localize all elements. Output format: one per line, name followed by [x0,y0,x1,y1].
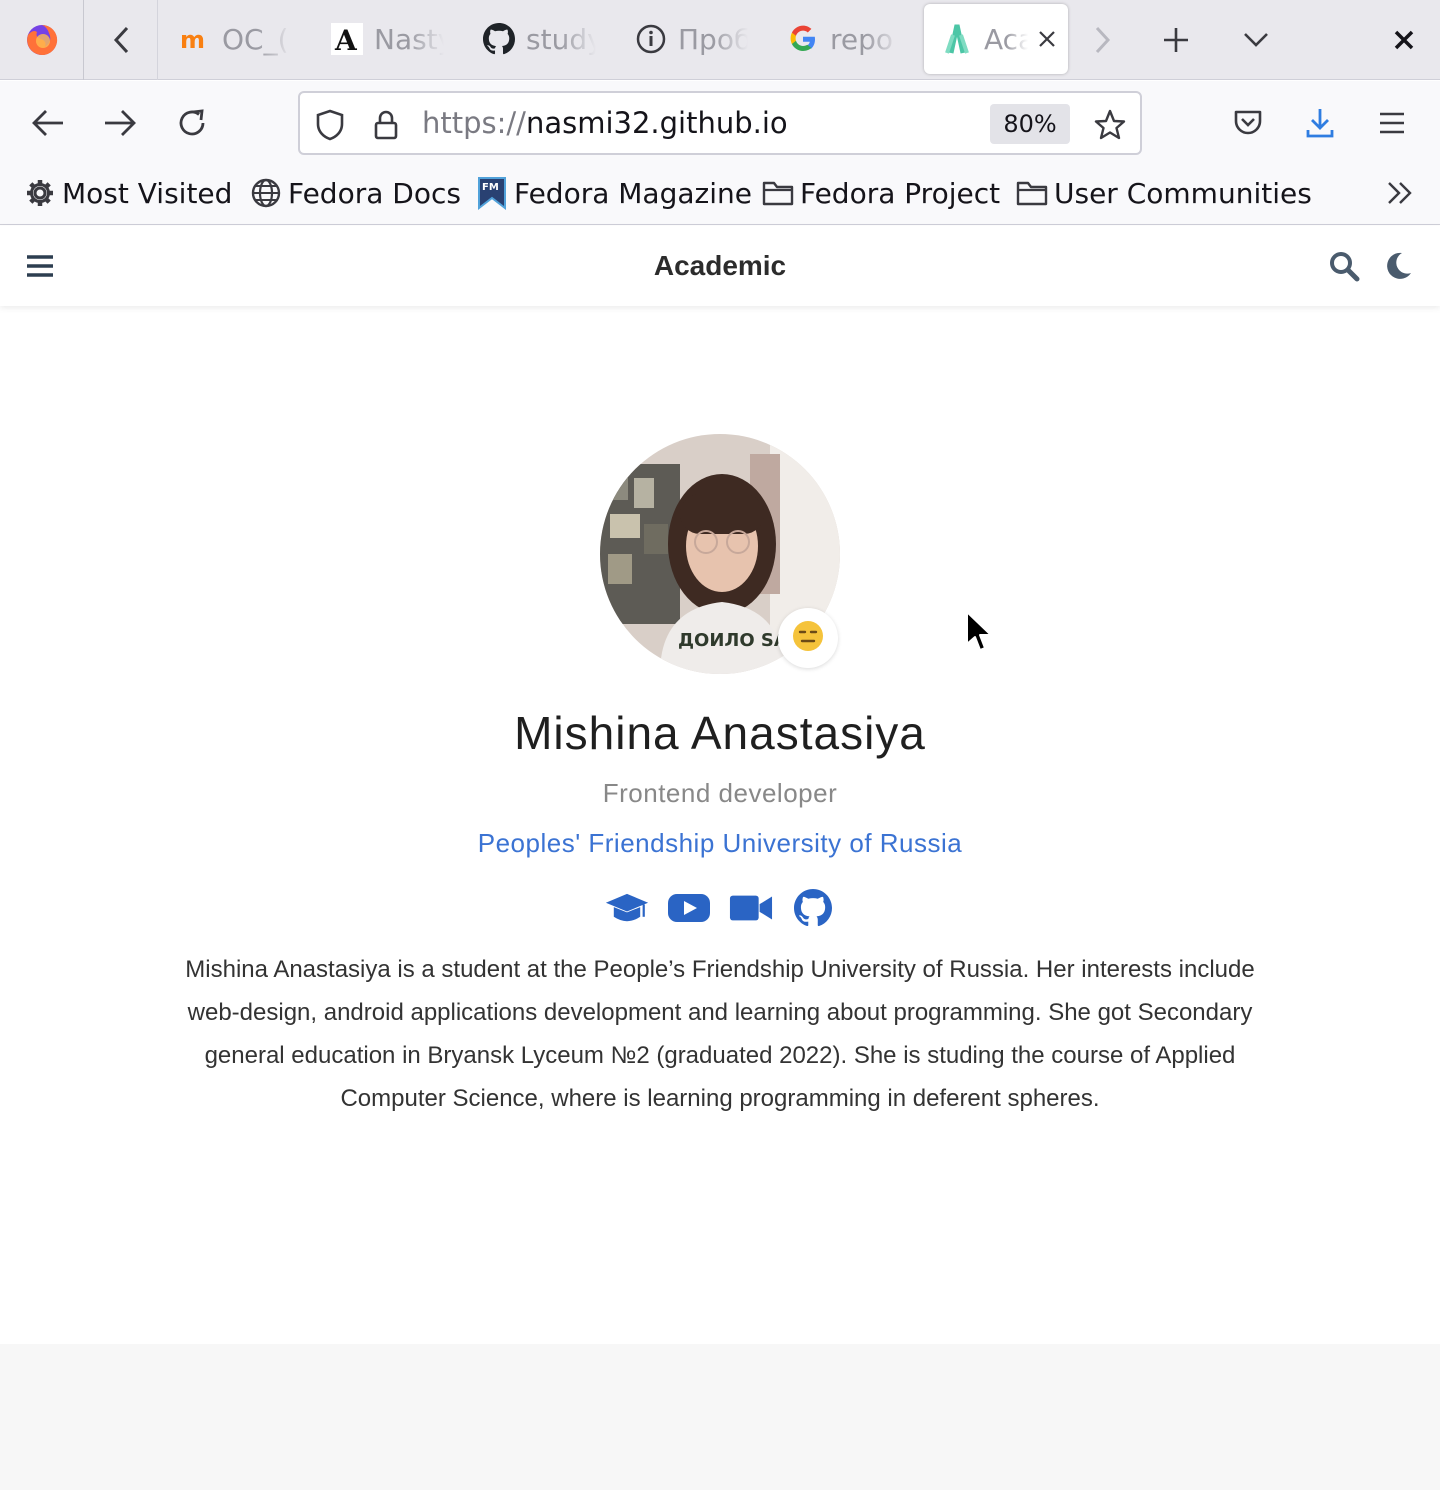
forward-button[interactable] [90,93,150,153]
social-links [0,886,1440,930]
plus-icon [1164,28,1188,52]
navigation-toolbar: https://nasmi32.github.io 80% [0,81,1440,165]
mouse-cursor-icon [966,611,992,651]
url-text[interactable]: https://nasmi32.github.io [422,93,788,153]
page-footer-area [0,1344,1440,1490]
bookmark-star-icon[interactable] [1090,105,1130,145]
academic-icon [940,22,974,56]
bookmarks-overflow-button[interactable] [1372,165,1428,221]
bookmarks-toolbar: Most Visited Fedora Docs FM Fedora Magaz… [0,165,1440,225]
double-chevron-right-icon [1388,182,1412,204]
tab-close-button[interactable] [1032,24,1062,54]
zoom-level-button[interactable]: 80% [990,104,1070,144]
lock-icon[interactable] [366,105,406,145]
tab-title: Aca [984,22,1028,56]
hamburger-menu-icon [1380,112,1404,134]
close-icon [1039,31,1055,47]
dark-mode-toggle[interactable] [1378,246,1418,286]
youtube-icon[interactable] [667,886,711,930]
folder-icon [1016,177,1048,209]
graduation-cap-icon[interactable] [605,886,649,930]
globe-icon [250,177,282,209]
site-brand-wrapper: Academic [0,226,1440,306]
tab-scroll-left-button[interactable] [86,0,158,80]
tab-github[interactable]: study [482,4,622,74]
pocket-button[interactable] [1218,93,1278,153]
downloads-button[interactable] [1290,93,1350,153]
svg-text:A: A [334,24,358,55]
bookmark-most-visited[interactable]: Most Visited [24,165,232,221]
chevron-right-icon [1095,26,1111,54]
tab-title: study [526,22,596,56]
github-icon [482,22,516,56]
tab-title: Проб [678,22,748,56]
back-button[interactable] [18,93,78,153]
chevron-left-icon [113,26,128,54]
tab-academic-active[interactable]: Aca [924,4,1068,74]
profile-name: Mishina Anastasiya [514,707,926,759]
close-icon [1394,30,1414,50]
tab-google[interactable]: repo [786,4,916,74]
bookmark-label: User Communities [1054,176,1312,210]
bookmark-label: Fedora Project [800,176,1001,210]
site-brand-link[interactable]: Academic [654,250,786,281]
tab-strip: m OC_( A Nasty study Проб repo [0,0,1440,80]
url-host: nasmi32.github.io [525,106,788,140]
app-menu-button[interactable] [1362,93,1422,153]
arrow-left-icon [32,110,63,136]
site-search-button[interactable] [1324,246,1364,286]
shield-icon[interactable] [310,105,350,145]
main-content: ДОИЛО SAMK Mishina Anastasiya Frontend d… [0,306,1440,1344]
profile-bio: Mishina Anastasiya is a student at the P… [185,956,1255,1112]
neutral-face-emoji-icon [791,619,825,657]
bookmark-label: Fedora Magazine [514,176,752,210]
firefox-logo-icon [26,24,57,55]
video-camera-icon[interactable] [729,886,773,930]
bookmark-label: Most Visited [62,176,233,210]
tab-title: repo [830,22,894,56]
hamburger-menu-icon [27,255,53,277]
site-header: Academic [0,226,1440,306]
new-tab-button[interactable] [1146,0,1206,80]
status-emoji-badge [778,608,838,668]
site-menu-toggle[interactable] [20,246,60,286]
tab-info[interactable]: Проб [634,4,774,74]
bookmark-fedora-project[interactable]: Fedora Project [762,165,1000,221]
tab-title: Nasty [374,22,444,56]
folder-icon [762,177,794,209]
pocket-icon [1234,110,1262,135]
firefox-menu-button[interactable] [0,0,84,80]
svg-text:m: m [180,26,205,54]
bookmark-user-communities[interactable]: User Communities [1016,165,1312,221]
info-icon [634,22,668,56]
gear-icon [24,177,56,209]
download-icon [1306,109,1334,138]
reload-icon [179,109,205,136]
moodle-icon: m [178,22,212,56]
bookmark-fedora-magazine[interactable]: FM Fedora Magazine [476,165,752,221]
moon-icon [1387,252,1411,279]
tab-nasty[interactable]: A Nasty [330,4,470,74]
chevron-down-icon [1244,33,1268,47]
google-icon [786,22,820,56]
arrow-right-icon [105,110,136,136]
bookmark-label: Fedora Docs [288,176,461,210]
fm-icon: FM [476,177,508,210]
tab-scroll-right-button[interactable] [1072,0,1132,80]
tab-moodle[interactable]: m OC_( [178,4,318,74]
tab-title: OC_( [222,22,289,56]
reload-button[interactable] [162,93,222,153]
serif-a-icon: A [330,22,364,56]
bookmark-fedora-docs[interactable]: Fedora Docs [250,165,461,221]
close-window-button[interactable] [1374,0,1434,80]
list-all-tabs-button[interactable] [1226,0,1286,80]
url-scheme: https:// [422,106,526,140]
svg-text:FM: FM [482,182,499,193]
url-bar[interactable]: https://nasmi32.github.io 80% [298,91,1142,155]
github-icon[interactable] [791,886,835,930]
profile-organization-link[interactable]: Peoples' Friendship University of Russia [0,828,1440,859]
search-icon [1330,252,1360,282]
profile-role: Frontend developer [602,778,838,808]
